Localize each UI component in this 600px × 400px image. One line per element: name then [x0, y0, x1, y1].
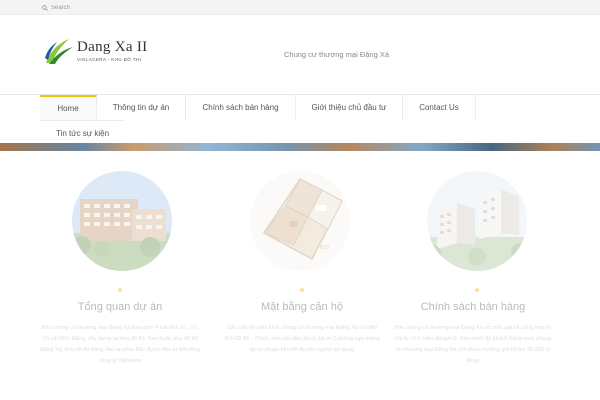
- main-nav: Home Thông tin dự án Chính sách bán hàng…: [0, 94, 600, 146]
- logo-name: Dang Xa II: [77, 39, 148, 55]
- overview-title: Tổng quan dự án: [77, 301, 163, 313]
- nav-sales-policy[interactable]: Chính sách bán hàng: [186, 95, 296, 120]
- search-box[interactable]: [42, 2, 111, 13]
- floorplan-desc: Các căn hộ nằm khối chung cư thương mại …: [224, 325, 380, 353]
- floorplan-title: Mặt bằng căn hộ: [261, 301, 343, 313]
- logo-subtitle: VIGLACERA - KHU ĐÔ THỊ: [77, 57, 142, 62]
- search-input[interactable]: [51, 2, 111, 13]
- hero-banner-strip: [0, 143, 600, 151]
- overview-dot: [118, 288, 122, 292]
- overview-image: [72, 171, 172, 271]
- nav-project-info[interactable]: Thông tin dự án: [97, 95, 186, 120]
- search-icon[interactable]: [42, 4, 48, 11]
- overview-desc: Khu chung cư thương mại Đặng Xá bao gồm …: [40, 325, 200, 364]
- sales-image: [427, 171, 527, 271]
- sales-desc: Khu chung cư thương mại Đặng Xá có mức g…: [394, 325, 552, 364]
- nav-news[interactable]: Tin tức sự kiện: [40, 120, 125, 145]
- sales-dot: [475, 288, 479, 292]
- features-section: Tổng quan dự án Khu chung cư thương mại …: [0, 151, 600, 400]
- svg-text:B03: B03: [320, 245, 329, 251]
- leaf-logo-icon: [45, 39, 73, 64]
- top-bar: [0, 0, 600, 15]
- floorplan-image: B03: [250, 171, 350, 271]
- floorplan-dot: [300, 288, 304, 292]
- nav-contact[interactable]: Contact Us: [403, 95, 476, 120]
- header-tagline: Chung cư thương mại Đặng Xá: [284, 50, 390, 59]
- sales-title: Chính sách bán hàng: [420, 301, 526, 313]
- nav-home[interactable]: Home: [40, 95, 97, 120]
- nav-investor[interactable]: Giới thiệu chủ đầu tư: [296, 95, 403, 120]
- site-logo[interactable]: Dang Xa II VIGLACERA - KHU ĐÔ THỊ: [43, 36, 163, 72]
